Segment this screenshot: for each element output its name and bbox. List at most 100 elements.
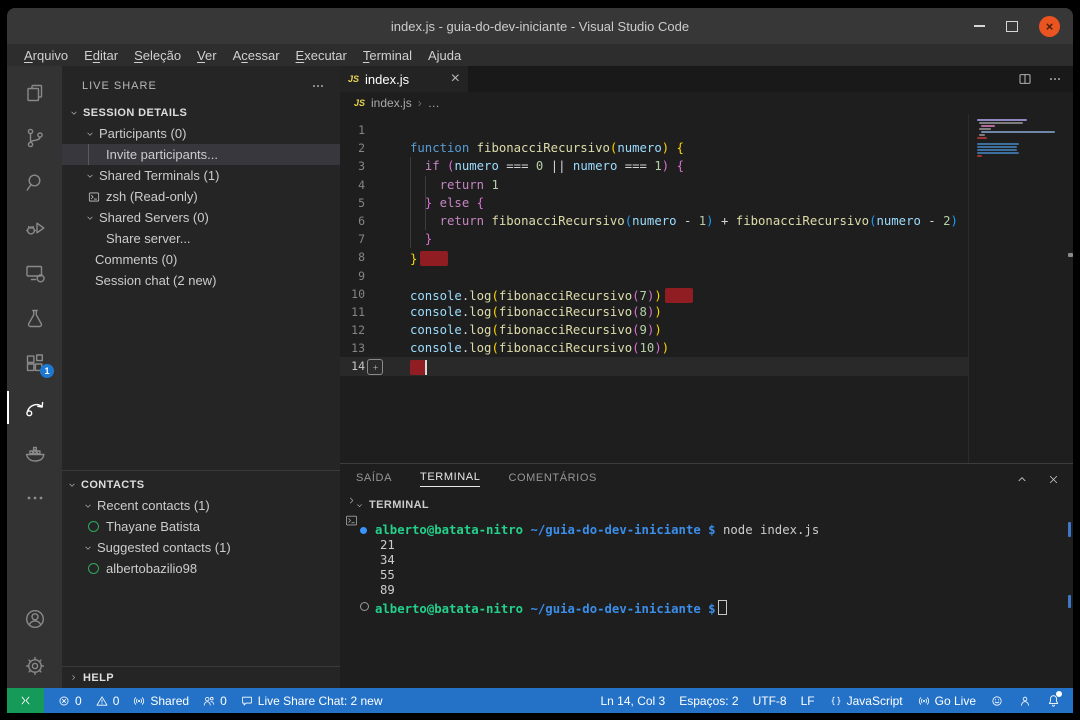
tree-item-session-details[interactable]: SESSION DETAILS bbox=[62, 102, 340, 123]
bottom-panel: SAÍDA TERMINAL COMENTÁRIOS TERMINAL albert… bbox=[340, 463, 1073, 688]
tree-item-shared-servers-0[interactable]: Shared Servers (0) bbox=[62, 207, 340, 228]
account-icon bbox=[23, 607, 47, 631]
split-editor-icon[interactable] bbox=[1017, 71, 1033, 87]
menu-executar[interactable]: Executar bbox=[288, 48, 355, 63]
tree-item-session-chat-2-new[interactable]: Session chat (2 new) bbox=[62, 270, 340, 291]
tree-item-share-server[interactable]: Share server... bbox=[62, 228, 340, 249]
status-remote-indicator[interactable] bbox=[7, 688, 44, 713]
menu-terminal[interactable]: Terminal bbox=[355, 48, 420, 63]
status-live-share-chat[interactable]: Live Share Chat: 2 new bbox=[240, 694, 383, 708]
line-number: 7 bbox=[340, 230, 365, 248]
tree-item-invite-participants[interactable]: Invite participants... bbox=[62, 144, 340, 165]
live-share-icon bbox=[23, 396, 47, 420]
chevron-down-icon bbox=[84, 212, 96, 224]
editor-actions bbox=[1017, 66, 1063, 92]
tab-bar: JS index.js × bbox=[340, 66, 1073, 92]
notification-dot bbox=[1056, 691, 1062, 697]
extensions-badge: 1 bbox=[40, 364, 54, 378]
activity-explorer[interactable] bbox=[7, 70, 62, 115]
tree-item-suggested-contacts-1[interactable]: Suggested contacts (1) bbox=[62, 537, 340, 558]
close-panel-icon[interactable] bbox=[1046, 472, 1061, 487]
tree-item-comments-0[interactable]: Comments (0) bbox=[62, 249, 340, 270]
maximize-panel-icon[interactable] bbox=[1014, 471, 1030, 487]
status-cursor-position[interactable]: Ln 14, Col 3 bbox=[601, 694, 666, 708]
activity-more-views[interactable] bbox=[7, 475, 62, 520]
activity-extensions[interactable]: 1 bbox=[7, 340, 62, 385]
tree-indent-guide bbox=[88, 144, 89, 165]
menu-ajuda[interactable]: Ajuda bbox=[420, 48, 469, 63]
line-number: 13 bbox=[340, 339, 365, 357]
terminal-output-row: 55 bbox=[340, 568, 1073, 583]
editor-more-actions-icon[interactable] bbox=[1047, 71, 1063, 87]
status-indentation[interactable]: Espaços: 2 bbox=[679, 694, 738, 708]
status-problems-warnings[interactable]: 0 bbox=[95, 694, 120, 708]
breadcrumb-file[interactable]: index.js bbox=[371, 96, 412, 110]
tree-item-thayane-batista[interactable]: Thayane Batista bbox=[62, 516, 340, 537]
menu-seleção[interactable]: Seleção bbox=[126, 48, 189, 63]
close-button[interactable]: × bbox=[1039, 16, 1060, 37]
status-encoding[interactable]: UTF-8 bbox=[753, 694, 787, 708]
code-editor[interactable]: 12function fibonacciRecursivo(numero) {3… bbox=[340, 114, 1073, 463]
tree-item-recent-contacts-1[interactable]: Recent contacts (1) bbox=[62, 495, 340, 516]
menu-arquivo[interactable]: Arquivo bbox=[16, 48, 76, 63]
activity-run-and-debug[interactable] bbox=[7, 205, 62, 250]
status-live-share-shared[interactable]: Shared bbox=[132, 694, 189, 708]
status-problems-errors[interactable]: 0 bbox=[57, 694, 82, 708]
menu-ver[interactable]: Ver bbox=[189, 48, 225, 63]
status-eol[interactable]: LF bbox=[801, 694, 815, 708]
activity-account[interactable] bbox=[7, 596, 62, 641]
activity-source-control[interactable] bbox=[7, 115, 62, 160]
chevron-right-icon[interactable] bbox=[345, 494, 358, 507]
status-go-live[interactable]: Go Live bbox=[917, 694, 976, 708]
panel-tab-terminal[interactable]: TERMINAL bbox=[420, 471, 480, 487]
minimize-button[interactable] bbox=[974, 25, 985, 27]
panel-tab-comentários[interactable]: COMENTÁRIOS bbox=[508, 472, 597, 487]
chevron-down-icon bbox=[82, 500, 94, 512]
help-label: HELP bbox=[83, 672, 114, 684]
terminal[interactable]: alberto@batata-nitro ~/guia-do-dev-inici… bbox=[340, 516, 1073, 688]
panel-tab-saída[interactable]: SAÍDA bbox=[356, 472, 392, 487]
line-number: 10 bbox=[340, 285, 365, 303]
code-line-4: 4 return 1 bbox=[340, 176, 1073, 194]
breadcrumb-symbol[interactable]: … bbox=[428, 96, 440, 110]
activity-live-share[interactable] bbox=[7, 385, 62, 430]
add-comment-icon[interactable] bbox=[367, 359, 383, 375]
sidebar-title: LIVE SHARE bbox=[82, 80, 310, 92]
tree-item-zsh-read-only[interactable]: zsh (Read-only) bbox=[62, 186, 340, 207]
tree-item-albertobazilio98[interactable]: albertobazilio98 bbox=[62, 558, 340, 579]
tab-index-js[interactable]: JS index.js × bbox=[340, 66, 468, 92]
tree-item-contacts[interactable]: CONTACTS bbox=[62, 474, 340, 495]
maximize-button[interactable] bbox=[1006, 21, 1018, 32]
tab-close-icon[interactable]: × bbox=[451, 70, 460, 88]
code-line-10: 10console.log(fibonacciRecursivo(7)) bbox=[340, 285, 1073, 303]
activity-remote-explorer[interactable] bbox=[7, 250, 62, 295]
terminal-section-header[interactable]: TERMINAL bbox=[340, 494, 1073, 516]
tree-item-label: Suggested contacts (1) bbox=[97, 540, 231, 555]
status-feedback[interactable] bbox=[990, 694, 1004, 708]
help-section[interactable]: HELP bbox=[62, 666, 340, 688]
status-language-mode[interactable]: JavaScript bbox=[829, 694, 903, 708]
minimap[interactable] bbox=[975, 119, 1065, 158]
line-number: 8 bbox=[340, 248, 365, 266]
line-number: 12 bbox=[340, 321, 365, 339]
status-notifications[interactable] bbox=[1046, 693, 1061, 708]
activity-docker[interactable] bbox=[7, 430, 62, 475]
activity-search[interactable] bbox=[7, 160, 62, 205]
tree-item-shared-terminals-1[interactable]: Shared Terminals (1) bbox=[62, 165, 340, 186]
sidebar-more-actions-icon[interactable] bbox=[310, 78, 326, 94]
line-number: 1 bbox=[340, 121, 365, 139]
status-live-share-participants[interactable]: 0 bbox=[202, 694, 227, 708]
menu-acessar[interactable]: Acessar bbox=[225, 48, 288, 63]
terminal-section-label: TERMINAL bbox=[369, 499, 429, 511]
activity-testing[interactable] bbox=[7, 295, 62, 340]
breadcrumb: JS index.js › … bbox=[340, 92, 1073, 114]
activity-settings[interactable] bbox=[7, 643, 62, 688]
status-live-share-contact[interactable] bbox=[1018, 694, 1032, 708]
menu-editar[interactable]: Editar bbox=[76, 48, 126, 63]
tree-item-label: Recent contacts (1) bbox=[97, 498, 210, 513]
line-number: 4 bbox=[340, 176, 365, 194]
tree-item-participants-0[interactable]: Participants (0) bbox=[62, 123, 340, 144]
code-line-7: 7 } bbox=[340, 230, 1073, 248]
menu-bar: ArquivoEditarSeleçãoVerAcessarExecutarTe… bbox=[7, 44, 1073, 66]
broadcast-icon bbox=[132, 694, 146, 708]
